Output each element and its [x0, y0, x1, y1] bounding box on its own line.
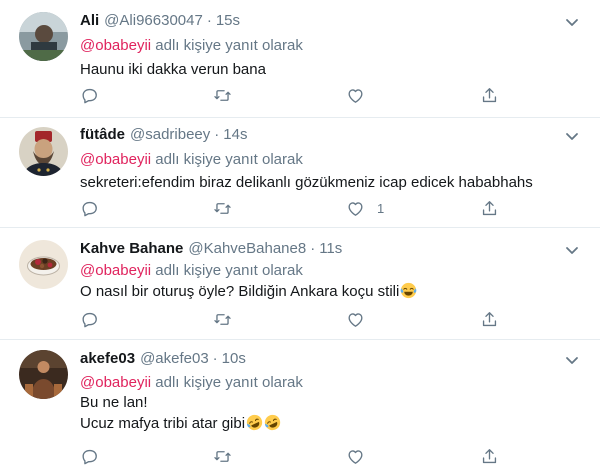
retweet-button[interactable] [213, 309, 232, 329]
share-icon [482, 87, 497, 102]
tweet-text-line: Bu ne lan! [80, 394, 148, 411]
tweet-text: O nasıl bir oturuş öyle? Bildiğin Ankara… [80, 281, 417, 302]
tweet[interactable]: Ali @Ali96630047 · 15s @obabeyii adlı ki… [0, 0, 600, 118]
replying-to: @obabeyii adlı kişiye yanıt olarak [80, 262, 303, 279]
chevron-down-icon[interactable] [564, 352, 580, 368]
replying-to: @obabeyii adlı kişiye yanıt olarak [80, 374, 303, 391]
replying-to: @obabeyii adlı kişiye yanıt olarak [80, 151, 303, 168]
avatar-figure-icon [19, 350, 68, 399]
tweet[interactable]: akefe03 @akefe03 · 10s @obabeyii adlı ki… [0, 340, 600, 472]
rolling-laughing-emoji [246, 414, 263, 431]
share-icon [482, 200, 497, 215]
author-handle[interactable]: @Ali96630047 [104, 12, 203, 29]
share-button[interactable] [480, 446, 499, 466]
timestamp[interactable]: 15s [216, 12, 240, 29]
tweet-text-line: Haunu iki dakka verun bana [80, 61, 266, 78]
reply-button[interactable] [80, 309, 99, 329]
tweet-text-line: sekreteri:efendim biraz delikanlı gözükm… [80, 174, 533, 191]
reply-icon [82, 88, 97, 103]
retweet-icon [214, 313, 231, 325]
reply-suffix: adlı kişiye yanıt olarak [155, 374, 303, 391]
author-name[interactable]: Kahve Bahane [80, 240, 183, 257]
avatar[interactable] [19, 12, 68, 61]
laughing-tears-emoji [401, 282, 417, 299]
mention-link[interactable]: @obabeyii [80, 37, 151, 54]
avatar-coffee-icon [19, 240, 68, 289]
retweet-button[interactable] [213, 85, 232, 105]
author-handle[interactable]: @akefe03 [140, 350, 209, 367]
reply-button[interactable] [80, 198, 99, 218]
reply-button[interactable] [80, 85, 99, 105]
tweet-text: Haunu iki dakka verun bana [80, 59, 266, 80]
separator: · [206, 12, 212, 29]
like-icon [348, 449, 363, 464]
separator: · [212, 350, 218, 367]
timestamp[interactable]: 14s [223, 126, 247, 143]
like-count: 1 [377, 200, 385, 216]
separator: · [310, 240, 316, 257]
like-icon [348, 88, 363, 103]
share-icon [482, 448, 497, 463]
retweet-icon [214, 450, 231, 462]
like-icon [348, 312, 363, 327]
retweet-button[interactable] [213, 446, 232, 466]
tweet-text: Bu ne lan! Ucuz mafya tribi atar gibi [80, 392, 281, 434]
separator: · [214, 126, 220, 143]
tweet[interactable]: Kahve Bahane @KahveBahane8 · 11s @obabey… [0, 228, 600, 340]
retweet-icon [214, 89, 231, 101]
mention-link[interactable]: @obabeyii [80, 151, 151, 168]
share-button[interactable] [480, 309, 499, 329]
tweet-text: sekreteri:efendim biraz delikanlı gözükm… [80, 172, 533, 193]
tweet[interactable]: fütâde @sadribeey · 14s @obabeyii adlı k… [0, 118, 600, 228]
tweet-text-line: Ucuz mafya tribi atar gibi [80, 415, 246, 432]
reply-suffix: adlı kişiye yanıt olarak [155, 262, 303, 279]
timestamp[interactable]: 11s [319, 240, 342, 257]
reply-button[interactable] [80, 446, 99, 466]
author-name[interactable]: akefe03 [80, 350, 135, 367]
reply-icon [82, 201, 97, 216]
avatar-portrait-icon [19, 127, 68, 176]
mention-link[interactable]: @obabeyii [80, 374, 151, 391]
author-handle[interactable]: @KahveBahane8 [188, 240, 306, 257]
action-bar [80, 446, 500, 466]
avatar[interactable] [19, 127, 68, 176]
action-bar [80, 85, 500, 105]
reply-suffix: adlı kişiye yanıt olarak [155, 151, 303, 168]
like-button[interactable] [346, 309, 377, 329]
chevron-down-icon[interactable] [564, 128, 580, 144]
reply-icon [82, 449, 97, 464]
retweet-icon [214, 202, 231, 214]
author-handle[interactable]: @sadribeey [130, 126, 210, 143]
mention-link[interactable]: @obabeyii [80, 262, 151, 279]
retweet-button[interactable] [213, 198, 232, 218]
replying-to: @obabeyii adlı kişiye yanıt olarak [80, 37, 303, 54]
avatar[interactable] [19, 350, 68, 399]
avatar-photo-icon [19, 12, 68, 61]
chevron-down-icon[interactable] [564, 14, 580, 30]
share-button[interactable] [480, 85, 499, 105]
reply-suffix: adlı kişiye yanıt olarak [155, 37, 303, 54]
author-name[interactable]: fütâde [80, 126, 125, 143]
action-bar: 1 [80, 198, 500, 218]
share-icon [482, 311, 497, 326]
author-name[interactable]: Ali [80, 12, 99, 29]
share-button[interactable] [480, 198, 499, 218]
chevron-down-icon[interactable] [564, 242, 580, 258]
reply-icon [82, 312, 97, 327]
timestamp[interactable]: 10s [222, 350, 246, 367]
like-icon [348, 201, 363, 216]
tweet-text-line: O nasıl bir oturuş öyle? Bildiğin Ankara… [80, 283, 400, 300]
avatar[interactable] [19, 240, 68, 289]
rolling-laughing-emoji [264, 414, 281, 431]
like-button[interactable] [346, 446, 377, 466]
like-button[interactable]: 1 [346, 198, 384, 218]
like-button[interactable] [346, 85, 377, 105]
action-bar [80, 309, 500, 329]
